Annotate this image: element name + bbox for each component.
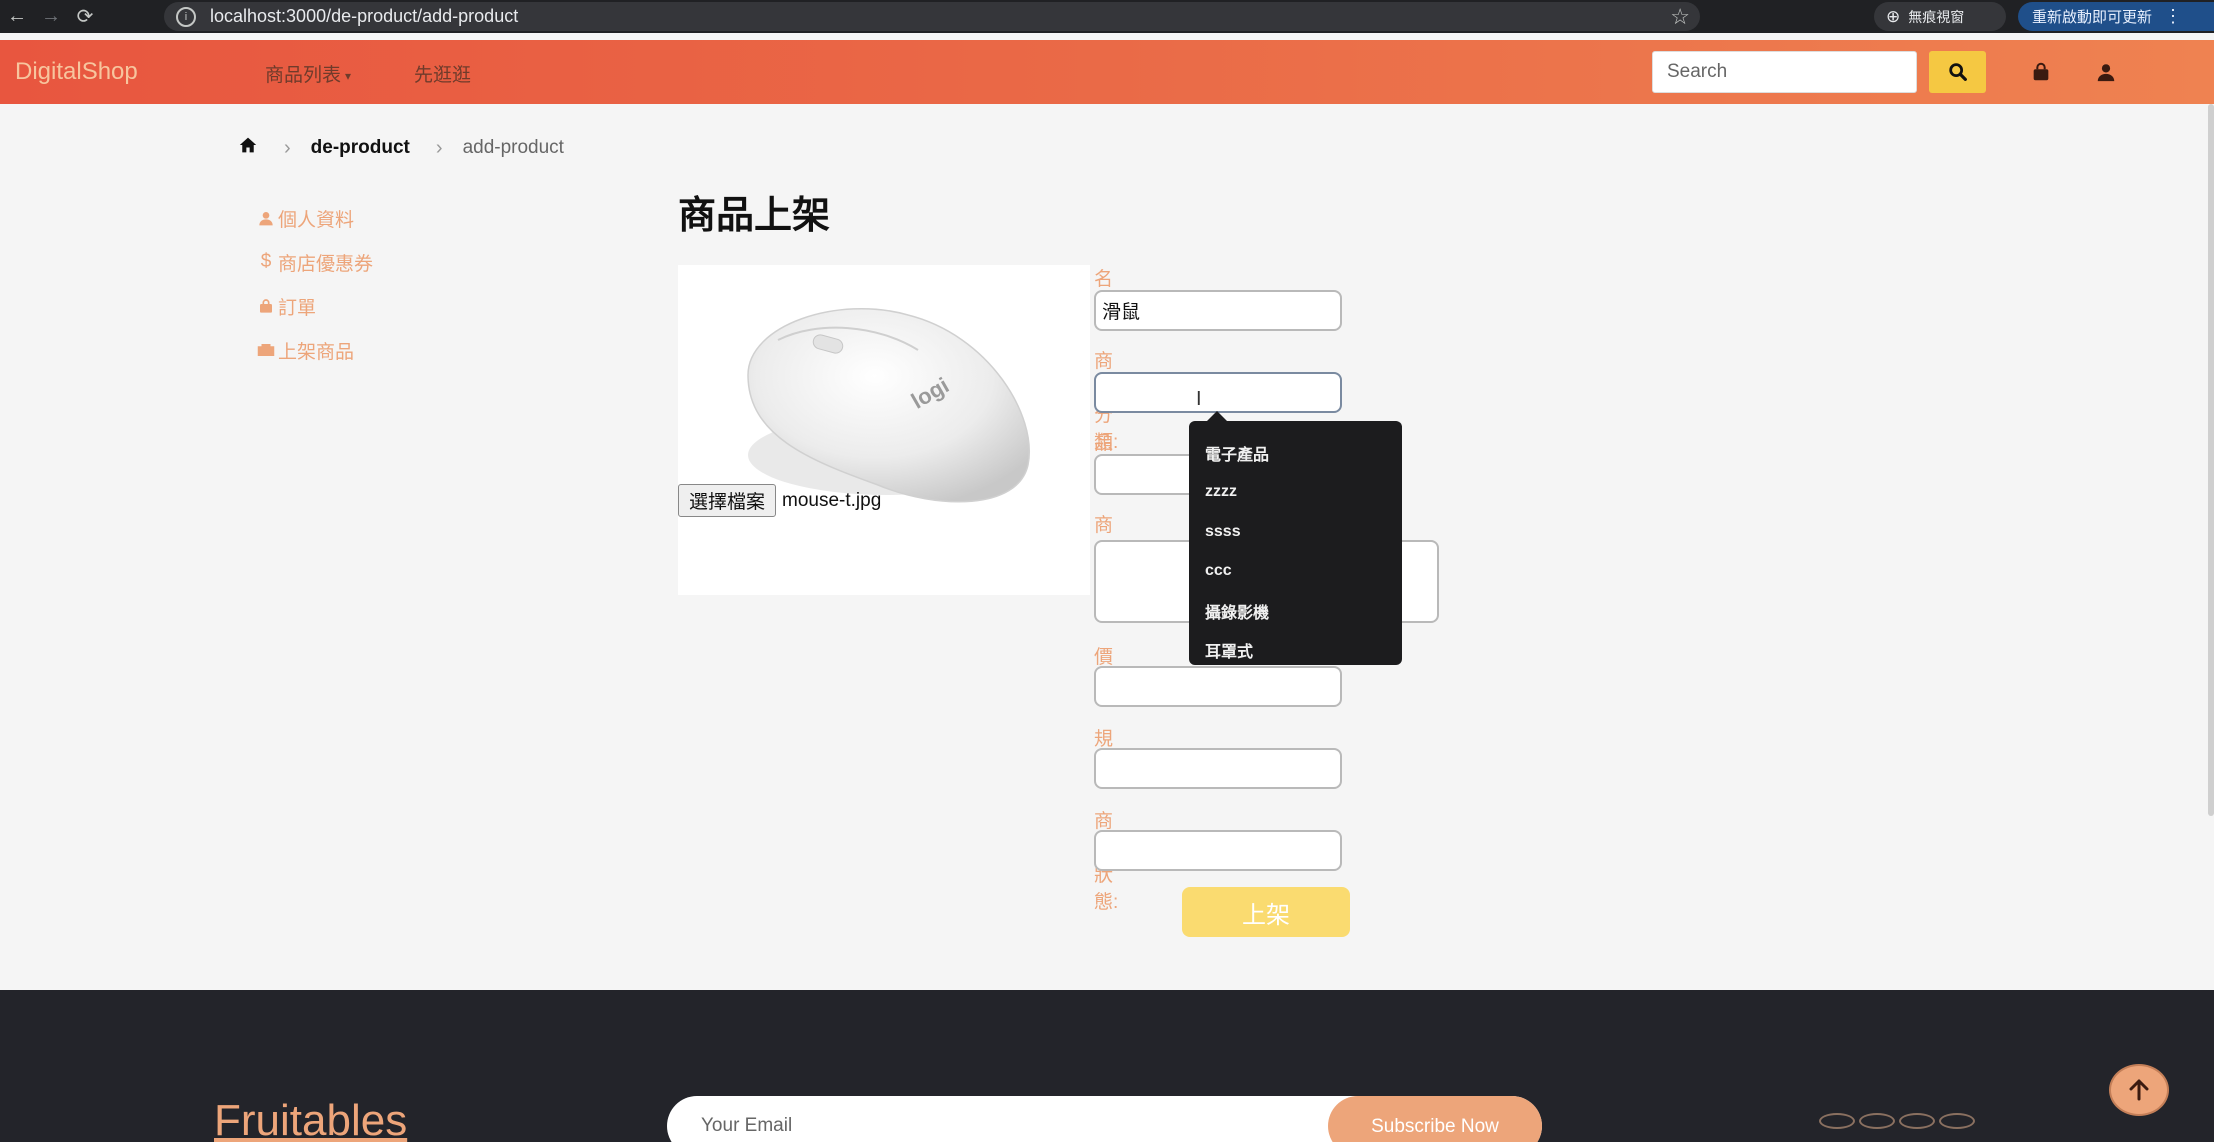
incognito-label: 無痕視窗 — [1908, 8, 1965, 25]
file-upload-row: 選擇檔案 mouse-t.jpg — [678, 484, 881, 517]
sidebar-item-label: 個人資料 — [278, 209, 355, 231]
back-icon[interactable]: ← — [0, 2, 34, 32]
reload-icon[interactable]: ⟳ — [68, 2, 102, 32]
text-cursor-icon: I — [1196, 388, 1202, 410]
sidebar-item-coupons[interactable]: $ 商店優惠券 — [256, 240, 373, 284]
name-field[interactable] — [1094, 290, 1342, 331]
account-sidebar: 個人資料 $ 商店優惠券 訂單 上架商品 — [256, 196, 373, 372]
brand-logo[interactable]: DigitalShop — [15, 58, 138, 86]
bookmark-star-icon[interactable]: ☆ — [1670, 4, 1690, 30]
product-image-preview: logi 選擇檔案 mouse-t.jpg — [678, 265, 1090, 595]
sidebar-item-profile[interactable]: 個人資料 — [256, 196, 373, 240]
back-to-top-button[interactable] — [2109, 1064, 2169, 1116]
sidebar-item-add-product[interactable]: 上架商品 — [256, 328, 373, 372]
breadcrumb-de-product[interactable]: de-product — [311, 137, 410, 159]
search-icon — [1948, 63, 1967, 81]
category-dropdown: 電子產品 zzzz ssss ccc 攝錄影機 耳罩式 — [1189, 411, 1402, 665]
file-name: mouse-t.jpg — [782, 489, 882, 511]
status-field[interactable] — [1094, 830, 1342, 871]
sidebar-item-label: 商店優惠券 — [278, 253, 374, 275]
breadcrumb-add-product: add-product — [462, 137, 564, 158]
site-info-icon[interactable]: i — [176, 6, 196, 27]
search-input[interactable] — [1652, 51, 1917, 93]
dropdown-option[interactable]: ssss — [1189, 512, 1402, 552]
footer-brand[interactable]: Fruitables — [214, 1096, 407, 1142]
breadcrumb-separator-icon: › — [435, 136, 443, 159]
incognito-icon: ⊕ — [1886, 6, 1901, 26]
social-icon[interactable] — [1899, 1113, 1935, 1129]
social-icon[interactable] — [1819, 1113, 1855, 1129]
price-field[interactable] — [1094, 666, 1342, 707]
dollar-icon: $ — [260, 251, 272, 272]
dropdown-option[interactable]: ccc — [1189, 552, 1402, 592]
social-icon[interactable] — [1939, 1113, 1975, 1129]
category-field[interactable] — [1094, 372, 1342, 413]
nav-products-dropdown[interactable]: 商品列表 ▾ — [265, 60, 351, 87]
box-icon — [256, 343, 276, 357]
sidebar-item-label: 上架商品 — [278, 341, 355, 363]
nav-first-link[interactable]: 先逛逛 — [414, 60, 471, 87]
sidebar-item-label: 訂單 — [278, 297, 317, 319]
home-icon[interactable] — [238, 136, 258, 160]
arrow-up-icon — [2129, 1079, 2149, 1101]
spec-field[interactable] — [1094, 748, 1342, 789]
social-links — [1819, 1113, 1975, 1129]
page-title: 商品上架 — [678, 195, 831, 237]
subscribe-button[interactable]: Subscribe Now — [1328, 1096, 1542, 1142]
choose-file-button[interactable]: 選擇檔案 — [678, 484, 777, 517]
page-scrollbar[interactable] — [2208, 104, 2214, 816]
user-account-icon[interactable] — [2094, 60, 2118, 84]
bag-icon — [256, 298, 276, 314]
dropdown-option[interactable]: zzzz — [1189, 473, 1402, 513]
update-label: 重新啟動即可更新 — [2032, 9, 2153, 26]
social-icon[interactable] — [1859, 1113, 1895, 1129]
address-bar[interactable]: i localhost:3000/de-product/add-product … — [164, 2, 1700, 31]
user-icon — [256, 209, 276, 227]
update-button[interactable]: 重新啟動即可更新 ⋮ — [2018, 2, 2214, 31]
dropdown-option[interactable]: 電子產品 — [1189, 433, 1402, 473]
publish-button[interactable]: 上架 — [1182, 887, 1350, 937]
browser-toolbar: ← → ⟳ i localhost:3000/de-product/add-pr… — [0, 0, 2214, 33]
kebab-menu-icon[interactable]: ⋮ — [2164, 6, 2182, 27]
sidebar-item-orders[interactable]: 訂單 — [256, 284, 373, 328]
shopping-bag-icon[interactable] — [2029, 60, 2053, 84]
site-footer: Fruitables Subscribe Now — [0, 990, 2214, 1142]
caret-down-icon: ▾ — [345, 68, 352, 83]
site-header: DigitalShop 商品列表 ▾ 先逛逛 — [0, 40, 2214, 104]
breadcrumb-separator-icon: › — [284, 136, 291, 159]
dropdown-option[interactable]: 攝錄影機 — [1189, 591, 1402, 631]
dropdown-option[interactable]: 耳罩式 — [1189, 631, 1402, 671]
nav-products-label: 商品列表 — [265, 65, 342, 86]
breadcrumb: › de-product › add-product — [238, 136, 564, 160]
search-button[interactable] — [1929, 51, 1986, 93]
forward-icon[interactable]: → — [34, 2, 68, 32]
url-text: localhost:3000/de-product/add-product — [210, 6, 519, 26]
incognito-badge[interactable]: ⊕ 無痕視窗 — [1874, 2, 2006, 31]
